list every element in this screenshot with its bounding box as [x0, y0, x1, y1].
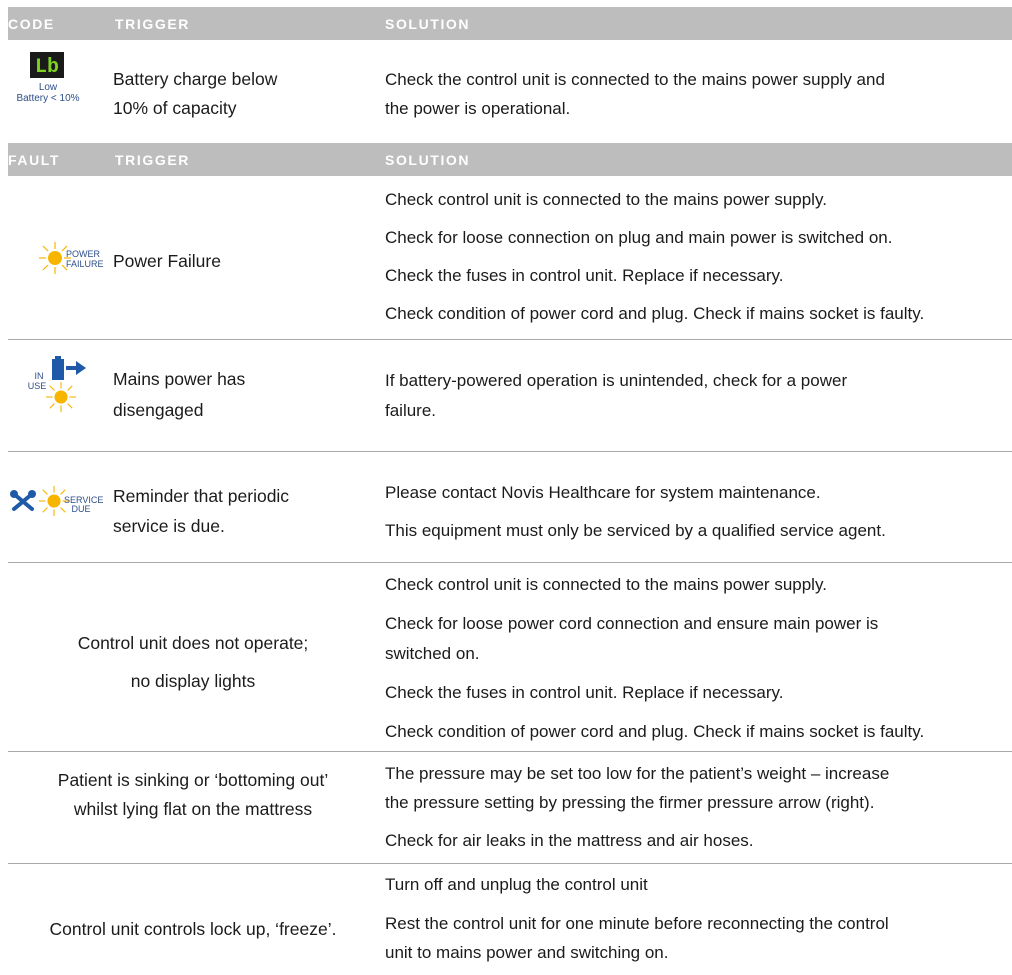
trigger-text: Battery charge below	[113, 69, 278, 89]
solution-text: This equipment must only be serviced by …	[385, 521, 886, 540]
solution-text: Check condition of power cord and plug. …	[385, 722, 925, 741]
trigger-text: Control unit does not operate;	[77, 633, 309, 653]
trigger-text: whilst lying flat on the mattress	[73, 799, 313, 819]
trigger-text: Power Failure	[113, 251, 221, 271]
trigger-column-header: TRIGGER	[115, 152, 190, 168]
battery-in-use-icon	[51, 356, 89, 385]
failure-label: FAILURE	[66, 259, 104, 269]
row-divider	[8, 562, 1012, 563]
trigger-text: disengaged	[113, 400, 204, 420]
solution-text: Please contact Novis Healthcare for syst…	[385, 483, 821, 502]
solution-column-header: SOLUTION	[385, 152, 471, 168]
svg-text:Lb: Lb	[35, 56, 59, 78]
fault-column-header: FAULT	[8, 152, 61, 168]
trigger-text: Reminder that periodic	[113, 486, 290, 506]
sun-warning-icon	[46, 382, 76, 417]
trigger-text: 10% of capacity	[113, 98, 237, 118]
solution-text: failure.	[385, 401, 437, 420]
led-display-icon: Lb	[30, 52, 64, 83]
trigger-text: Control unit controls lock up, ‘freeze’.	[49, 919, 337, 939]
solution-text: switched on.	[385, 644, 480, 663]
solution-text: unit to mains power and switching on.	[385, 943, 669, 962]
due-label: DUE	[71, 504, 91, 514]
solution-text: If battery-powered operation is unintend…	[385, 371, 848, 390]
row-divider	[8, 451, 1012, 452]
row-divider	[8, 863, 1012, 864]
code-header-row: CODE TRIGGER SOLUTION	[8, 7, 1012, 40]
solution-text: Check control unit is connected to the m…	[385, 190, 827, 209]
solution-text: Check for loose power cord connection an…	[385, 614, 879, 633]
solution-text: Check condition of power cord and plug. …	[385, 304, 925, 323]
row-divider	[8, 339, 1012, 340]
fault-header-row: FAULT TRIGGER SOLUTION	[8, 143, 1012, 176]
trigger-text: Patient is sinking or ‘bottoming out’	[57, 770, 329, 790]
trigger-text: no display lights	[130, 671, 256, 691]
trigger-text: Mains power has	[113, 369, 246, 389]
row-divider	[8, 751, 1012, 752]
solution-text: Check the control unit is connected to t…	[385, 70, 885, 89]
in-label: IN	[34, 371, 44, 381]
solution-text: The pressure may be set too low for the …	[385, 764, 890, 783]
troubleshooting-table: CODE TRIGGER SOLUTION Lb Low Battery < 1…	[0, 0, 1012, 975]
solution-text: the power is operational.	[385, 99, 571, 118]
battery-threshold-label: Battery < 10%	[16, 93, 80, 104]
low-label: Low	[38, 82, 58, 93]
power-label: POWER	[66, 249, 101, 259]
solution-text: Check control unit is connected to the m…	[385, 575, 827, 594]
code-column-header: CODE	[8, 16, 55, 32]
wrench-screwdriver-icon	[10, 490, 36, 517]
solution-text: the pressure setting by pressing the fir…	[385, 793, 875, 812]
trigger-text: service is due.	[113, 516, 225, 536]
solution-text: Check the fuses in control unit. Replace…	[385, 266, 784, 285]
solution-text: Turn off and unplug the control unit	[385, 875, 648, 894]
trigger-column-header: TRIGGER	[115, 16, 190, 32]
solution-text: Check for air leaks in the mattress and …	[385, 831, 754, 850]
solution-column-header: SOLUTION	[385, 16, 471, 32]
solution-text: Rest the control unit for one minute bef…	[385, 914, 889, 933]
solution-text: Check for loose connection on plug and m…	[385, 228, 893, 247]
solution-text: Check the fuses in control unit. Replace…	[385, 683, 784, 702]
